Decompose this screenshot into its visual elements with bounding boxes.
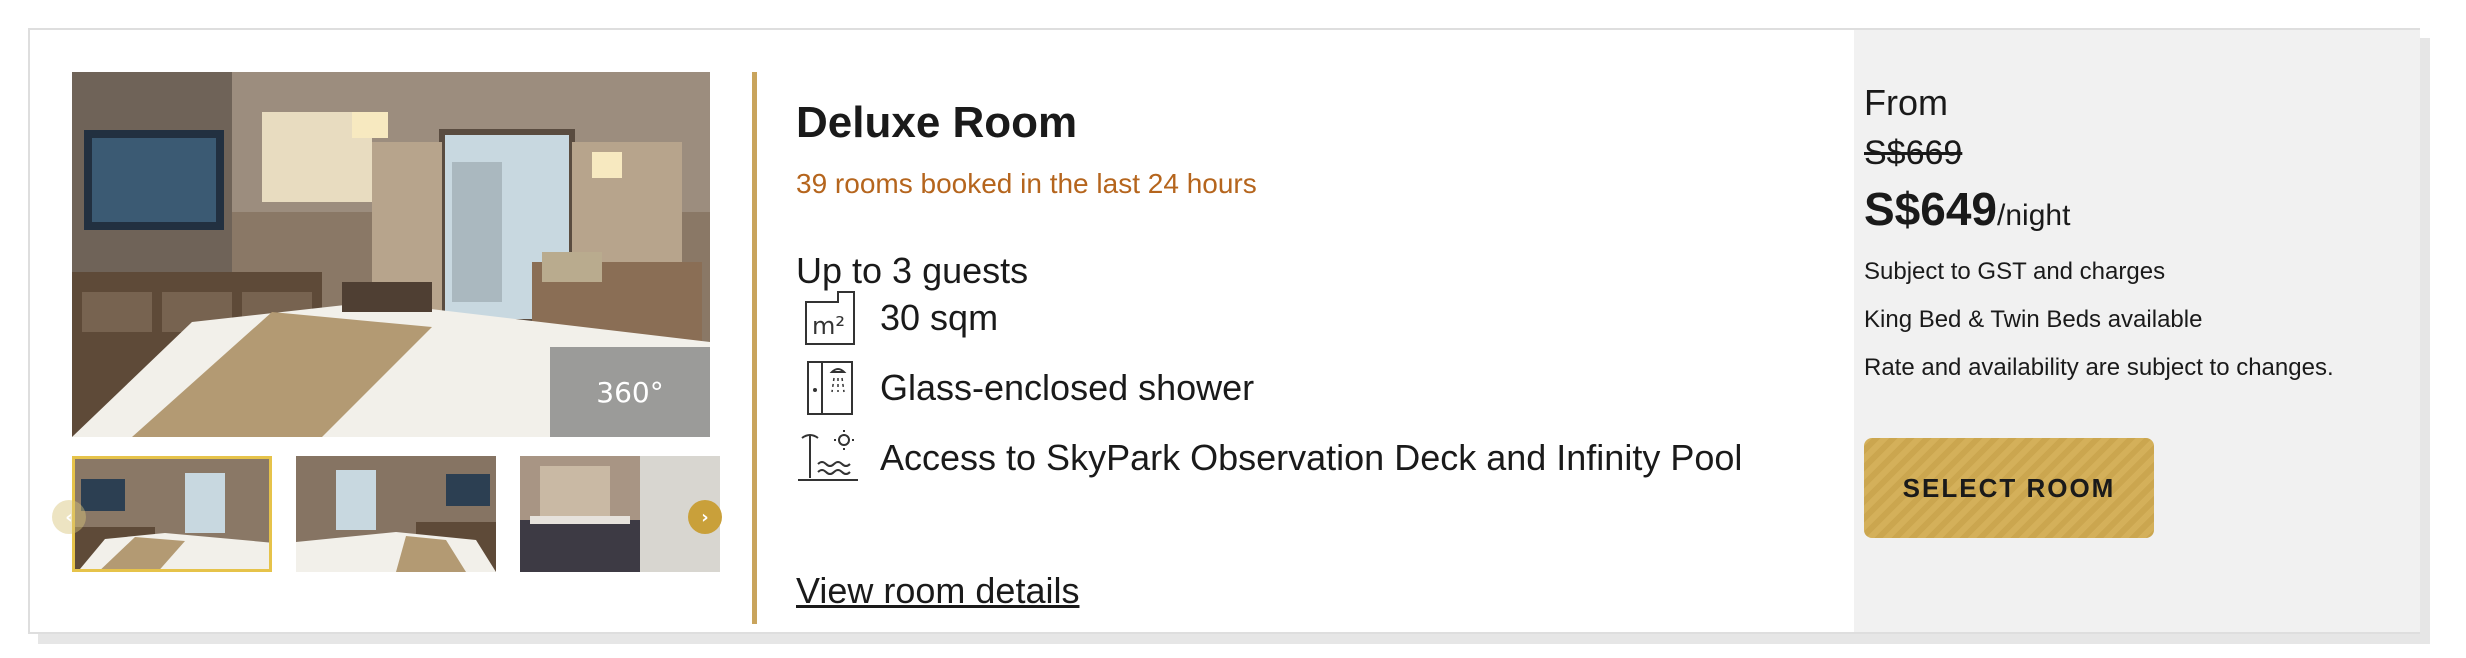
thumbnail-image-2 — [296, 456, 496, 572]
chevron-right-icon: › — [701, 506, 709, 528]
carousel-next-button[interactable]: › — [688, 500, 722, 534]
feature-text: 30 sqm — [880, 297, 999, 338]
feature-item-size: m² 30 sqm — [796, 288, 998, 348]
chevron-left-icon: ‹ — [65, 506, 73, 528]
svg-text:m²: m² — [812, 312, 845, 340]
accent-divider — [752, 72, 757, 624]
feature-text: Access to SkyPark Observation Deck and I… — [880, 437, 1743, 478]
thumbnail-image-1 — [75, 459, 269, 569]
pricing-note-beds: King Bed & Twin Beds available — [1864, 306, 2203, 333]
pricing-note-gst: Subject to GST and charges — [1864, 258, 2166, 285]
price-from-label: From — [1864, 82, 1948, 123]
feature-item-skypark: Access to SkyPark Observation Deck and I… — [796, 428, 1742, 488]
price-amount: S$649 — [1864, 183, 1998, 235]
pricing-note-availability: Rate and availability are subject to cha… — [1864, 354, 2334, 381]
original-price: S$669 — [1864, 134, 1963, 172]
guest-capacity: Up to 3 guests — [796, 250, 1029, 291]
feature-item-shower: Glass-enclosed shower — [796, 358, 1254, 418]
carousel-prev-button[interactable]: ‹ — [52, 500, 86, 534]
area-m2-icon: m² — [796, 287, 860, 349]
select-room-button[interactable]: SELECT ROOM — [1864, 438, 2154, 538]
360-icon: 360° — [596, 375, 664, 409]
current-price: S$649/night — [1864, 182, 2070, 236]
price-unit: /night — [1997, 199, 2071, 232]
gallery-thumbnail-2[interactable] — [296, 456, 496, 572]
view-room-details-link[interactable]: View room details — [796, 570, 1079, 612]
booking-urgency-text: 39 rooms booked in the last 24 hours — [796, 168, 1257, 199]
feature-text: Glass-enclosed shower — [880, 367, 1255, 408]
room-title: Deluxe Room — [796, 98, 1078, 147]
360-view-button[interactable]: 360° — [550, 347, 710, 437]
shower-icon — [796, 357, 860, 419]
gallery-thumbnail-1[interactable] — [72, 456, 272, 572]
room-main-photo[interactable]: 360° — [72, 72, 710, 437]
pool-deck-icon — [796, 427, 860, 489]
